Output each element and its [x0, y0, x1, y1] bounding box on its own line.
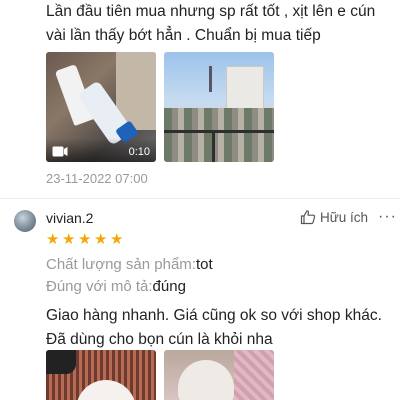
more-options-button[interactable]: ··· [378, 208, 397, 226]
attribute-value: tot [195, 256, 213, 273]
review-photo-thumbnail[interactable] [46, 350, 156, 400]
thumbs-up-icon [300, 210, 316, 225]
review-media-row [46, 350, 274, 400]
review-timestamp: 23-11-2022 07:00 [46, 171, 148, 186]
star-icon: ★ [94, 231, 108, 248]
star-icon: ★ [110, 231, 124, 248]
star-icon: ★ [62, 231, 76, 248]
video-camera-icon [52, 146, 68, 157]
star-icon: ★ [78, 231, 92, 248]
attribute-label: Chất lượng sản phẩm: [46, 256, 196, 273]
helpful-label: Hữu ích [320, 209, 369, 225]
review-text: Lần đầu tiên mua nhưng sp rất tốt , xịt … [46, 3, 376, 44]
review-photo-thumbnail[interactable] [164, 52, 274, 162]
review-photo-thumbnail[interactable] [164, 350, 274, 400]
review-media-row: 0:10 [46, 52, 274, 162]
review-video-thumbnail[interactable]: 0:10 [46, 52, 156, 162]
video-duration: 0:10 [128, 146, 150, 158]
attribute-label: Đúng với mô tả: [46, 278, 153, 295]
avatar[interactable] [14, 210, 36, 232]
review-divider [0, 198, 400, 199]
attribute-value: đúng [152, 278, 186, 295]
star-rating: ★ ★ ★ ★ ★ [46, 232, 125, 247]
review-attribute-quality: Chất lượng sản phẩm:tot [46, 256, 213, 273]
helpful-button[interactable]: Hữu ích [300, 209, 368, 225]
star-icon: ★ [46, 231, 60, 248]
review-text: Giao hàng nhanh. Giá cũng ok so với shop… [46, 307, 382, 348]
review-attribute-description-match: Đúng với mô tả:đúng [46, 278, 186, 295]
reviewer-name: vivian.2 [46, 210, 94, 226]
